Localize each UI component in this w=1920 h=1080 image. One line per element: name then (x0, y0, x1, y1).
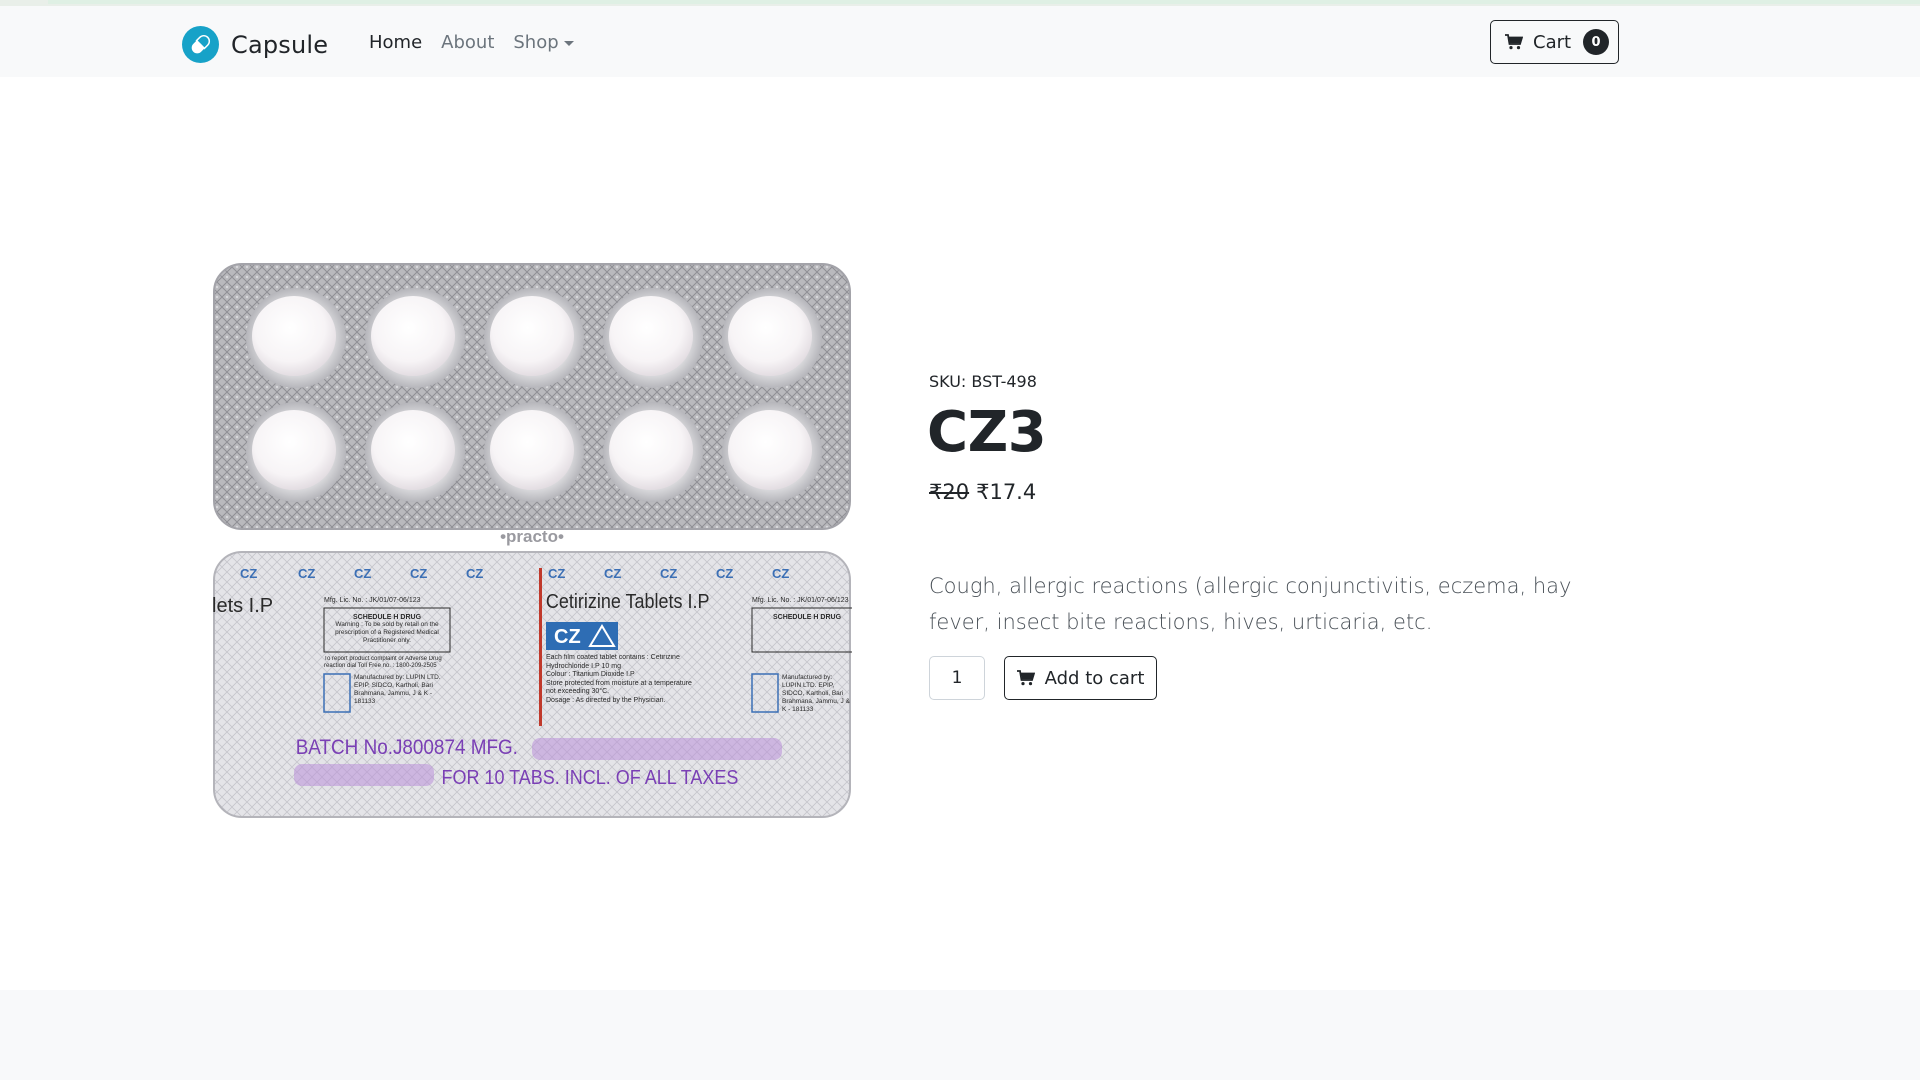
pack-batch-blur (532, 738, 782, 760)
add-to-cart-button[interactable]: Add to cart (1004, 656, 1157, 700)
capsule-logo-icon (182, 26, 219, 63)
cart-icon (1505, 34, 1523, 50)
brand-name: Capsule (231, 30, 329, 59)
blister-strip-back: CZ CZ CZ CZ CZ CZ CZ CZ CZ CZ lets I.P M… (212, 551, 852, 818)
pack-manufacturer-left: Manufactured by: LUPIN LTD. EPIP, SIDCO,… (354, 674, 441, 705)
red-divider (539, 568, 542, 726)
quantity-input[interactable] (929, 656, 985, 700)
cz-logo-text: CZ (466, 566, 483, 581)
price-original: ₹20 (929, 480, 970, 504)
cz3-logo-text: CZ (554, 626, 581, 648)
cz-logo-text: CZ (298, 566, 315, 581)
caret-down-icon (563, 40, 574, 46)
practo-watermark: •practo• (500, 527, 564, 546)
top-accent-line (48, 0, 1920, 4)
pack-report-left: To report product complaint or Adverse D… (324, 656, 442, 669)
pack-warning-left: Warning : To be sold by retail on the pr… (335, 621, 439, 644)
blister-strip-front (213, 263, 851, 530)
pack-schedule-left: SCHEDULE H DRUG (353, 614, 422, 621)
footer (0, 990, 1920, 1080)
pack-mfg-lic-right: Mfg. Lic. No. : JK/01/07-06/123 (752, 597, 849, 604)
cz-logo-text: CZ (354, 566, 371, 581)
add-to-cart-label: Add to cart (1044, 667, 1145, 689)
pack-mfg-lic-left: Mfg. Lic. No. : JK/01/07-06/123 (324, 597, 421, 604)
pack-mrp-text: FOR 10 TABS. INCL. OF ALL TAXES (442, 767, 739, 789)
pack-mrp-blur (294, 764, 434, 786)
pack-batch-text: BATCH No.J800874 MFG. (296, 736, 518, 759)
cart-label: Cart (1533, 31, 1572, 53)
cz-logo-text: CZ (604, 566, 621, 581)
cart-icon (1016, 670, 1035, 686)
nav-link-shop[interactable]: Shop (513, 32, 574, 53)
cz-logo-text: CZ (240, 566, 257, 581)
product-description: Cough, allergic reactions (allergic conj… (929, 574, 1572, 634)
price-discounted: ₹17.4 (976, 480, 1037, 504)
product-title: CZ3 (927, 400, 1047, 465)
cart-count-badge: 0 (1583, 29, 1610, 55)
cz-logo-text: CZ (772, 566, 789, 581)
brand-link[interactable]: Capsule (182, 26, 328, 63)
pack-composition: Each film coated tablet contains : Cetir… (546, 654, 692, 704)
pack-drug-name: Cetirizine Tablets I.P (546, 591, 710, 613)
pack-manufacturer-right: Manufactured by: LUPIN LTD. EPIP, SIDCO,… (782, 674, 850, 713)
product-sku: SKU: BST-498 (929, 372, 1037, 391)
cz-logo-text: CZ (548, 566, 565, 581)
cart-button[interactable]: Cart 0 (1490, 20, 1619, 64)
cz-logo-text: CZ (660, 566, 677, 581)
navbar: Capsule Home About Shop Cart 0 (0, 6, 1920, 77)
nav-link-about[interactable]: About (441, 32, 494, 53)
cz-logo-text: CZ (716, 566, 733, 581)
nav-link-shop-label: Shop (513, 32, 559, 53)
product-image: •practo• CZ CZ CZ CZ CZ CZ CZ CZ CZ CZ l… (212, 263, 852, 818)
cz-logo-text: CZ (410, 566, 427, 581)
pack-partial-name: lets I.P (212, 595, 273, 617)
product-price: ₹20 ₹17.4 (929, 480, 1036, 504)
nav-link-home[interactable]: Home (369, 32, 422, 53)
pack-schedule-right: SCHEDULE H DRUG (773, 614, 842, 621)
nav-links: Home About Shop (369, 32, 574, 53)
